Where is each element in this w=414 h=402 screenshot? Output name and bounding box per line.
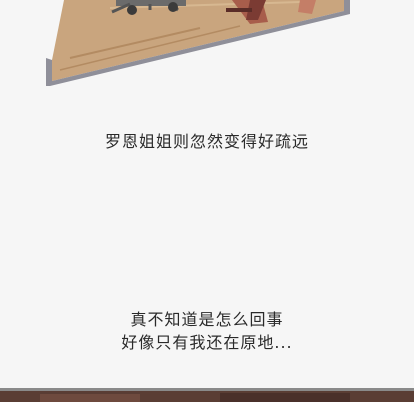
- narration-caption-2: 真不知道是怎么回事: [130, 310, 284, 329]
- narration-caption-1: 罗恩姐姐则忽然变得好疏远: [104, 132, 309, 151]
- comic-panel-top: [46, 0, 350, 86]
- panel-bottom-detail: [40, 394, 140, 402]
- panel-bottom-detail: [220, 393, 350, 402]
- panel-bottom-frame: [0, 388, 414, 391]
- comic-page: 罗恩姐姐则忽然变得好疏远 真不知道是怎么回事 好像只有我还在原地...: [0, 0, 414, 402]
- comic-panel-bottom: [0, 388, 414, 402]
- narration-caption-3: 好像只有我还在原地...: [121, 333, 293, 352]
